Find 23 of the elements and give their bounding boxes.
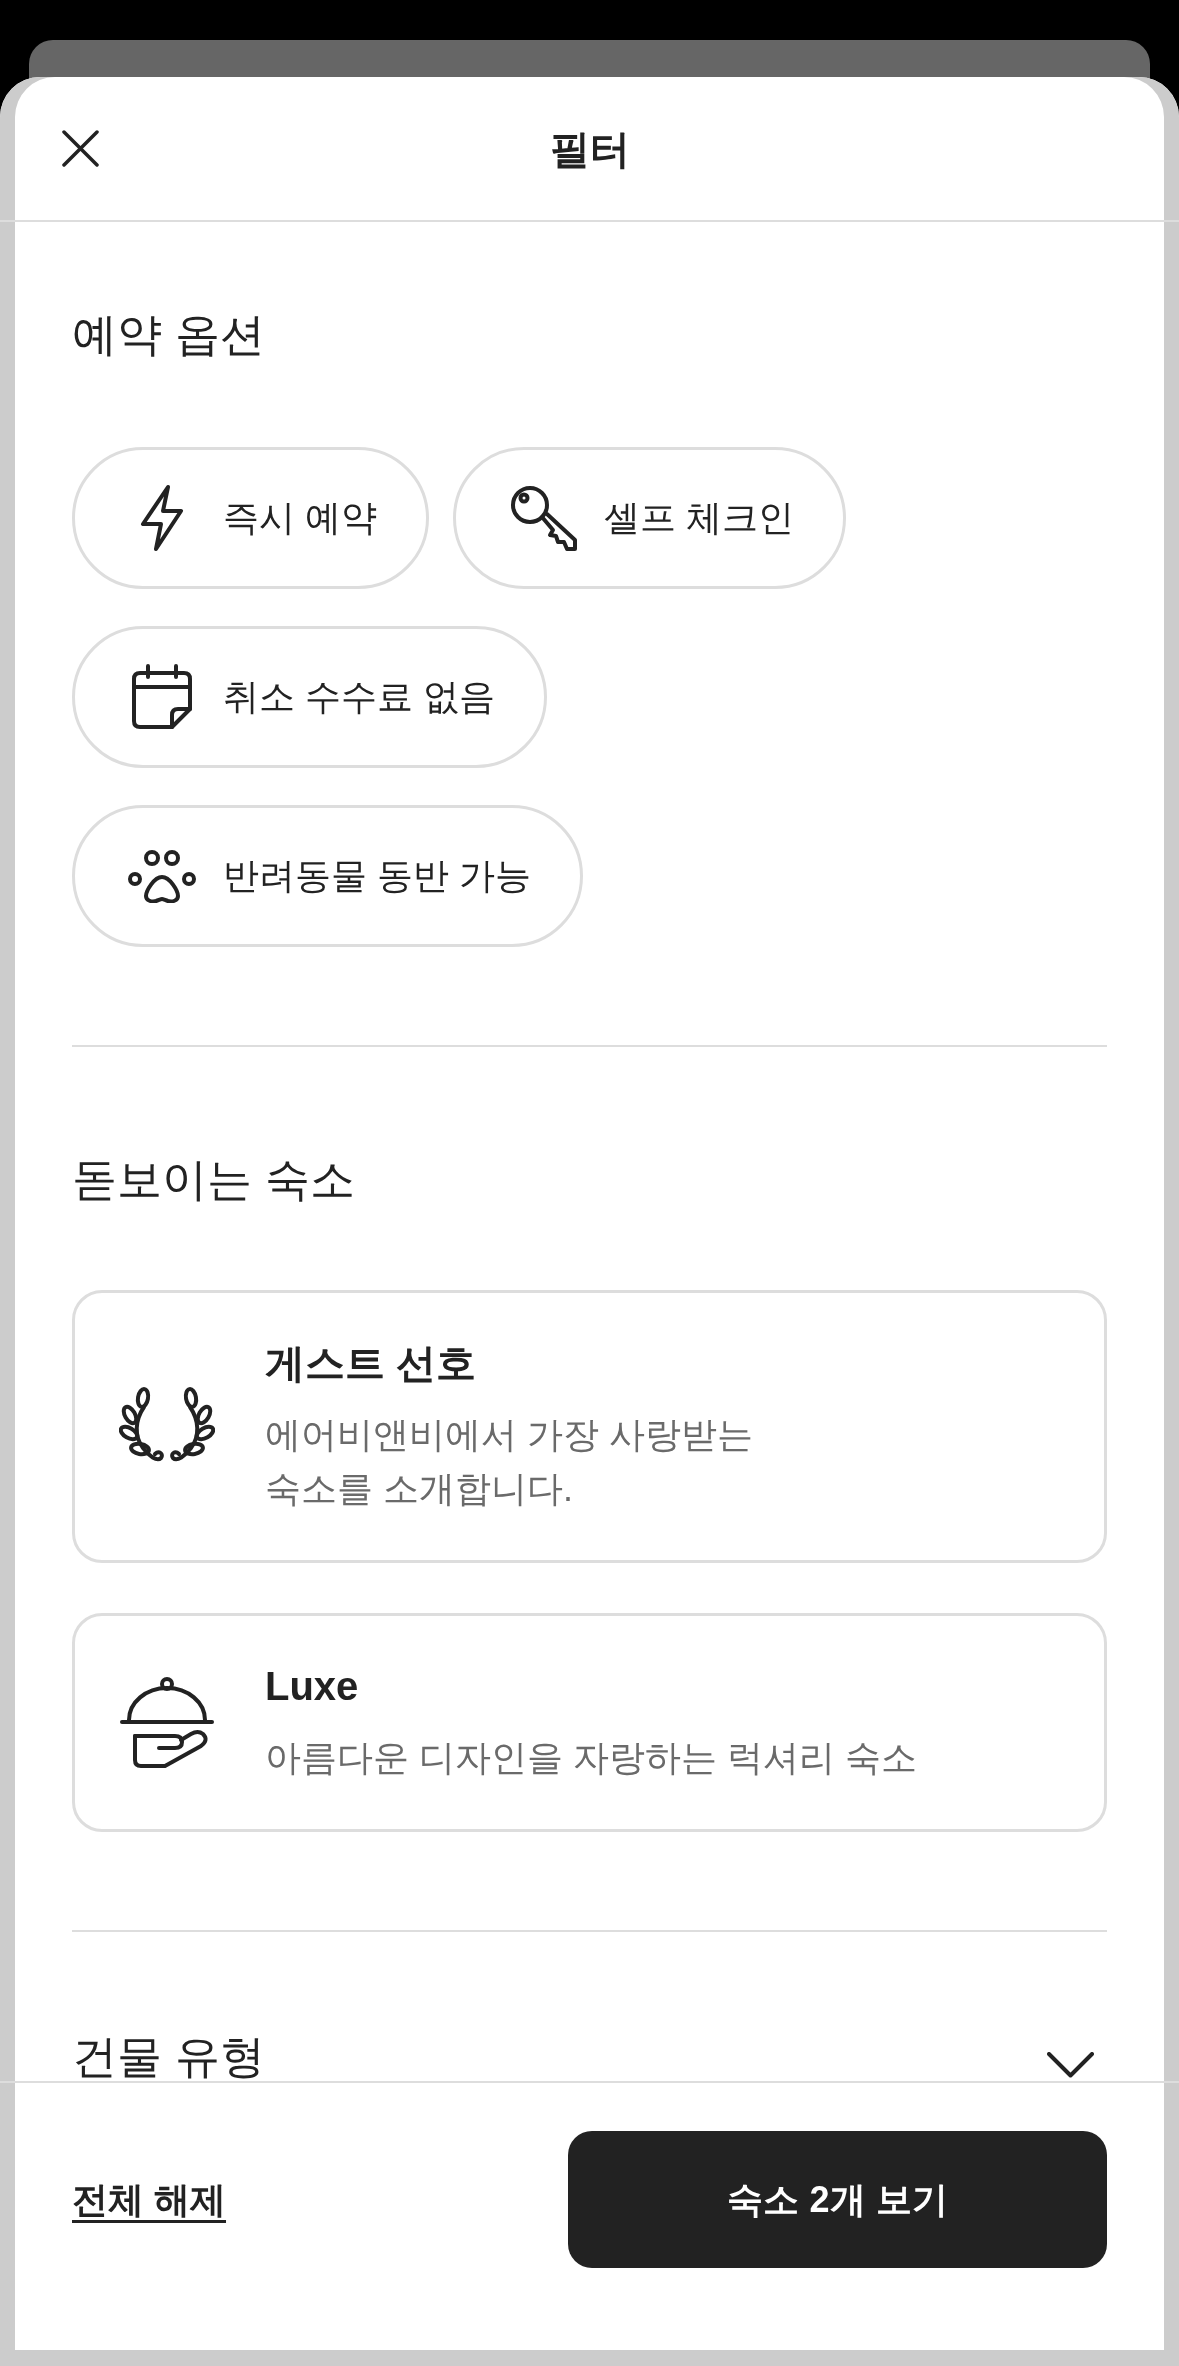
section-heading: 돋보이는 숙소: [72, 1153, 356, 1207]
key-icon: [509, 484, 577, 552]
card-description: 에어비앤비에서 가장 사랑받는 숙소를 소개합니다.: [265, 1413, 753, 1511]
paw-print-icon: [128, 849, 196, 903]
lightning-bolt-icon: [139, 484, 185, 552]
highlight-card[interactable]: 게스트 선호 에어비앤비에서 가장 사랑받는 숙소를 소개합니다.: [72, 1290, 1107, 1563]
clear-all-link[interactable]: 전체 해제: [72, 2175, 226, 2224]
calendar-icon: [130, 663, 194, 731]
card-title: Luxe: [265, 1663, 360, 1710]
highlight-card[interactable]: Luxe 아름다운 디자인을 자랑하는 럭셔리 숙소: [72, 1613, 1107, 1832]
section-heading: 예약 옵션: [72, 308, 266, 362]
show-results-button[interactable]: 숙소 2개 보기: [568, 2131, 1107, 2268]
filter-chip[interactable]: 즉시 예약: [72, 447, 429, 589]
card-description: 아름다운 디자인을 자랑하는 럭셔리 숙소: [265, 1736, 917, 1780]
hand-holding-cloche-icon: [119, 1675, 215, 1770]
filter-chip[interactable]: 반려동물 동반 가능: [72, 805, 583, 947]
card-title: 게스트 선호: [265, 1340, 478, 1387]
filter-chip[interactable]: 취소 수수료 없음: [72, 626, 547, 768]
close-button[interactable]: [62, 130, 99, 167]
sheet-title: 필터: [549, 125, 630, 173]
close-icon: [62, 130, 99, 167]
filter-chip[interactable]: 셀프 체크인: [453, 447, 847, 589]
section-toggle[interactable]: 건물 유형: [72, 2034, 1107, 2079]
